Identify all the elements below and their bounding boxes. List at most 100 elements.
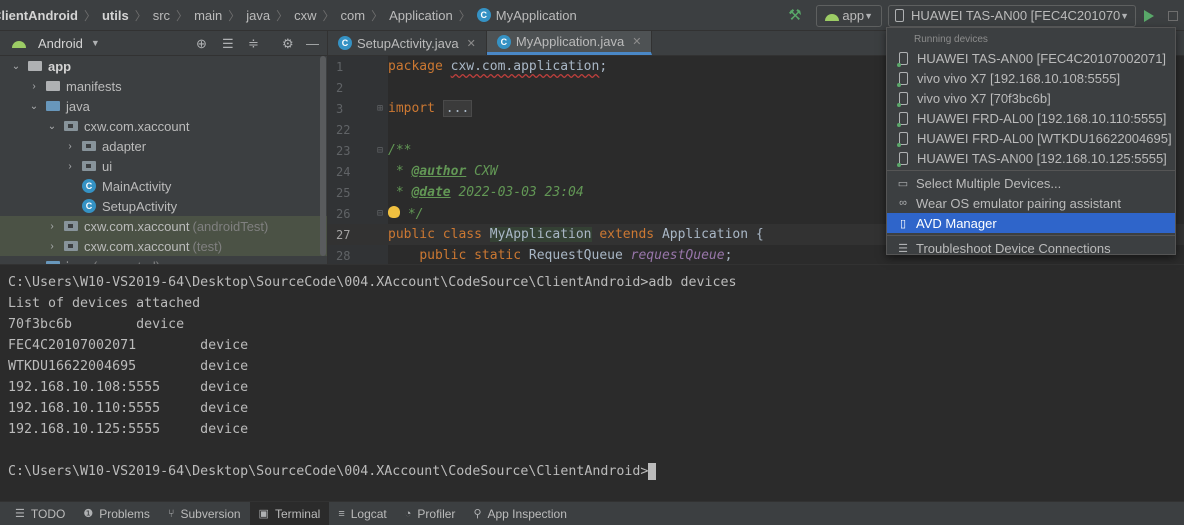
line-number: 24 [336, 164, 351, 179]
tab-logcat[interactable]: ≡ Logcat [329, 502, 395, 525]
tree-item[interactable]: ›java(generated) [0, 256, 327, 264]
tree-item[interactable]: › ui [0, 156, 327, 176]
class-icon: C [476, 8, 491, 22]
gear-icon[interactable]: ⚙ [282, 36, 294, 52]
select-multiple-devices-item[interactable]: ▭ Select Multiple Devices... [887, 173, 1175, 193]
keyword: public class [388, 227, 482, 242]
device-item[interactable]: HUAWEI FRD-AL00 [WTKDU16622004695] [887, 128, 1175, 148]
run-configuration-selector[interactable]: app ▼ [816, 4, 882, 27]
tab-myapplication[interactable]: C MyApplication.java ✕ [486, 31, 653, 55]
close-icon[interactable]: ✕ [632, 35, 641, 48]
collapse-all-icon[interactable]: ≑ [248, 36, 259, 52]
breadcrumb-separator: 〉 [276, 8, 289, 23]
fold-collapse-icon[interactable]: ⊟ [372, 145, 388, 156]
scrollbar[interactable] [319, 56, 327, 264]
expand-all-icon[interactable]: ☰ [222, 36, 234, 52]
tree-item-suffix: (test) [192, 238, 223, 254]
device-label: vivo vivo X7 [192.168.10.108:5555] [917, 70, 1121, 86]
chevron-right-icon[interactable]: › [46, 221, 58, 232]
tree-item[interactable]: ⌄ cxw.com.xaccount [0, 116, 327, 136]
chevron-down-icon[interactable]: ⌄ [28, 101, 40, 112]
run-icon[interactable] [1144, 9, 1154, 22]
chevron-down-icon[interactable]: ⌄ [10, 61, 22, 72]
tab-problems[interactable]: ❶ Problems [74, 502, 159, 525]
avd-manager-icon: ▯ [899, 217, 907, 230]
locate-icon[interactable]: ⊕ [196, 36, 207, 52]
terminal-icon: ▣ [258, 508, 269, 520]
tab-setupactivity[interactable]: C SetupActivity.java ✕ [328, 31, 487, 55]
line-number: 26 [336, 206, 351, 221]
line-number: 2 [336, 80, 344, 95]
breadcrumb-item-utils[interactable]: utils [102, 8, 129, 23]
folded-region[interactable]: ... [442, 100, 473, 117]
close-icon[interactable]: ✕ [467, 37, 476, 50]
fold-expand-icon[interactable]: ⊞ [372, 103, 388, 114]
tab-label: SetupActivity.java [357, 35, 459, 51]
device-item[interactable]: vivo vivo X7 [192.168.10.108:5555] [887, 68, 1175, 88]
hammer-icon[interactable]: ⚒ [784, 5, 806, 27]
scrollbar-thumb[interactable] [320, 56, 326, 256]
tab-profiler[interactable]: ◔ Profiler [396, 502, 465, 525]
terminal-panel[interactable]: C:\Users\W10-VS2019-64\Desktop\SourceCod… [0, 264, 1184, 501]
device-item[interactable]: HUAWEI TAS-AN00 [192.168.10.125:5555] [887, 148, 1175, 168]
lightbulb-icon[interactable] [388, 205, 400, 218]
device-item[interactable]: HUAWEI TAS-AN00 [FEC4C20107002071] [887, 48, 1175, 68]
project-view-selector[interactable]: Android [38, 36, 83, 51]
chevron-right-icon[interactable]: › [28, 81, 40, 92]
device-selector[interactable]: HUAWEI TAS-AN00 [FEC4C201070... ▼ [888, 4, 1136, 27]
device-label: HUAWEI FRD-AL00 [WTKDU16622004695] [917, 130, 1172, 146]
doc-comment: */ [400, 206, 424, 222]
line-number: 3 [336, 101, 344, 116]
wear-os-pairing-item[interactable]: ∞ Wear OS emulator pairing assistant [887, 193, 1175, 213]
device-label: vivo vivo X7 [70f3bc6b] [917, 90, 1051, 106]
chevron-right-icon[interactable]: › [64, 141, 76, 152]
tab-todo[interactable]: ☰ TODO [6, 502, 74, 525]
run-configuration-label: app [842, 8, 865, 23]
breadcrumb-item-cxw[interactable]: cxw [294, 8, 316, 23]
chevron-right-icon[interactable]: › [46, 241, 58, 252]
device-item[interactable]: HUAWEI FRD-AL00 [192.168.10.110:5555] [887, 108, 1175, 128]
tree-item[interactable]: C MainActivity [0, 176, 327, 196]
device-item[interactable]: vivo vivo X7 [70f3bc6b] [887, 88, 1175, 108]
chevron-down-icon[interactable]: ⌄ [46, 121, 58, 132]
menu-item-label: Select Multiple Devices... [916, 175, 1062, 191]
tree-item-suffix: (androidTest) [192, 218, 269, 234]
breadcrumb-item-application[interactable]: Application [389, 8, 453, 23]
breadcrumb-item-project[interactable]: ClientAndroid [0, 8, 78, 23]
tree-item[interactable]: C SetupActivity [0, 196, 327, 216]
tab-subversion[interactable]: ⑂ Subversion [159, 502, 250, 525]
troubleshoot-connections-item[interactable]: ☰ Troubleshoot Device Connections [887, 238, 1175, 258]
tree-item[interactable]: › adapter [0, 136, 327, 156]
tree-item[interactable]: › manifests [0, 76, 327, 96]
tree-item[interactable]: ⌄ app [0, 56, 327, 76]
class-icon: C [82, 199, 96, 213]
breadcrumb-item-main[interactable]: main [194, 8, 222, 23]
tree-item[interactable]: › cxw.com.xaccount (test) [0, 236, 327, 256]
terminal-text: 192.168.10.125:5555 device [8, 422, 249, 437]
breadcrumb-item-src[interactable]: src [153, 8, 170, 23]
terminal-text: C:\Users\W10-VS2019-64\Desktop\SourceCod… [8, 464, 649, 479]
terminal-text: 192.168.10.110:5555 device [8, 401, 249, 416]
fold-collapse-icon[interactable]: ⊟ [372, 208, 388, 219]
tree-item[interactable]: ⌄ java [0, 96, 327, 116]
chevron-down-icon[interactable]: ▼ [91, 38, 100, 48]
breadcrumb-item-java[interactable]: java [246, 8, 270, 23]
minimize-icon[interactable]: — [306, 36, 319, 51]
breadcrumb-item-com[interactable]: com [341, 8, 366, 23]
breadcrumb-item-myapplication[interactable]: MyApplication [496, 8, 577, 23]
avd-manager-item[interactable]: ▯ AVD Manager [887, 213, 1175, 233]
stop-icon[interactable] [1168, 10, 1178, 21]
terminal-line: 70f3bc6b device [8, 314, 1176, 335]
tab-terminal[interactable]: ▣ Terminal [249, 501, 330, 525]
line-number: 22 [336, 122, 351, 137]
tree-item[interactable]: › cxw.com.xaccount (androidTest) [0, 216, 327, 236]
tree-item-label: java [66, 98, 90, 114]
tab-app-inspection[interactable]: ⚲ App Inspection [464, 502, 575, 525]
breadcrumb-separator: 〉 [458, 8, 471, 23]
terminal-cursor [648, 462, 657, 480]
chevron-right-icon[interactable]: › [64, 161, 76, 172]
tree-item-label: cxw.com.xaccount [84, 218, 190, 234]
project-panel-header: Android ▼ ⊕ ☰ ≑ ⚙ — [0, 31, 327, 56]
